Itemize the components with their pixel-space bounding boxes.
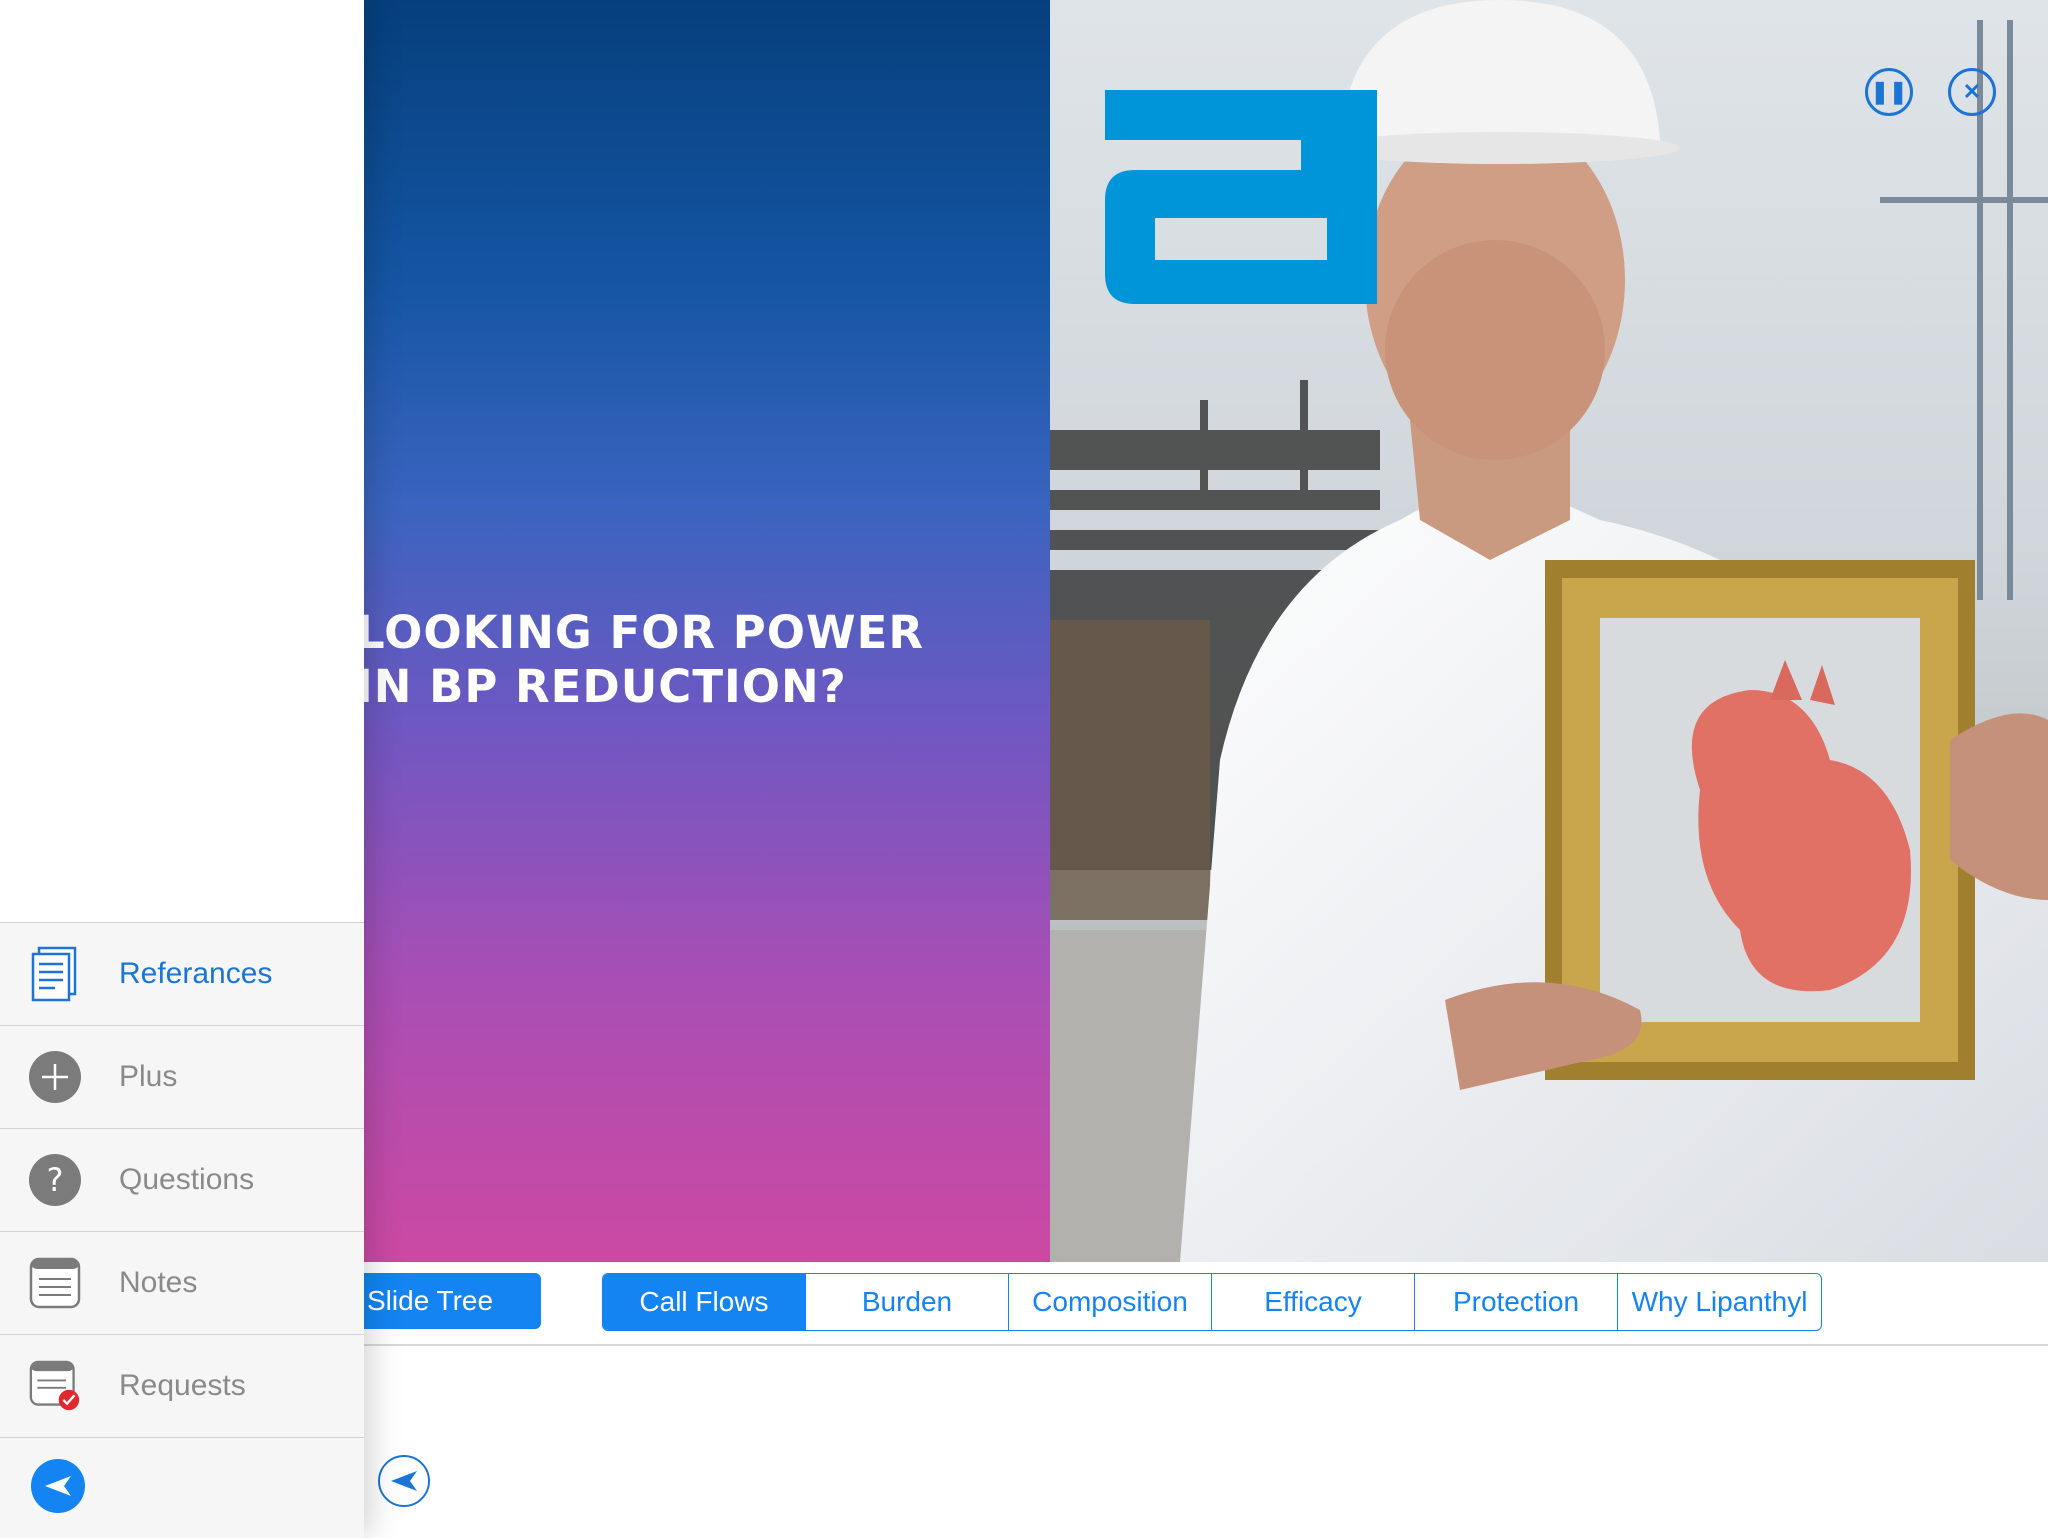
tab-efficacy[interactable]: Efficacy xyxy=(1212,1274,1415,1330)
tab-composition[interactable]: Composition xyxy=(1009,1274,1212,1330)
notes-icon xyxy=(29,1257,81,1309)
menu-list: Referances Plus ? Questions Notes Reques… xyxy=(0,922,364,1538)
menu-item-label: Questions xyxy=(119,1163,255,1196)
side-menu: Referances Plus ? Questions Notes Reques… xyxy=(0,0,364,1538)
menu-item-label: Notes xyxy=(119,1266,198,1299)
headline-line-1: LOOKING FOR POWER xyxy=(356,606,925,659)
back-arrow-icon xyxy=(31,1458,85,1513)
close-button[interactable]: ✕ xyxy=(1948,68,1996,116)
svg-text:?: ? xyxy=(47,1161,64,1199)
menu-collapse-area xyxy=(0,1438,364,1538)
pause-button[interactable]: ❚❚ xyxy=(1865,68,1913,116)
slide-photo xyxy=(1050,0,2048,1262)
pause-icon: ❚❚ xyxy=(1870,79,1908,104)
plus-icon xyxy=(29,1051,81,1103)
menu-item-label: Plus xyxy=(119,1060,178,1093)
menu-collapse-button[interactable] xyxy=(31,1458,85,1518)
slide-headline: LOOKING FOR POWER IN BP REDUCTION? xyxy=(356,606,923,714)
tab-burden[interactable]: Burden xyxy=(806,1274,1009,1330)
menu-item-label: Referances xyxy=(119,957,273,990)
menu-item-questions[interactable]: ? Questions xyxy=(0,1129,364,1232)
headline-line-2: IN BP REDUCTION? xyxy=(356,660,847,713)
toolbar-divider xyxy=(364,1344,2048,1346)
menu-item-label: Requests xyxy=(119,1369,246,1402)
tab-protection[interactable]: Protection xyxy=(1415,1274,1618,1330)
slide-tree-label: Slide Tree xyxy=(367,1285,494,1316)
menu-item-requests[interactable]: Requests xyxy=(0,1335,364,1438)
question-icon: ? xyxy=(29,1154,81,1206)
document-icon xyxy=(29,946,81,1002)
brand-logo xyxy=(1105,90,1377,304)
previous-button[interactable] xyxy=(378,1455,430,1507)
requests-icon xyxy=(29,1360,81,1412)
close-icon: ✕ xyxy=(1962,79,1982,104)
menu-item-referances[interactable]: Referances xyxy=(0,923,364,1026)
section-tabs: Call Flows Burden Composition Efficacy P… xyxy=(602,1273,1822,1331)
menu-item-notes[interactable]: Notes xyxy=(0,1232,364,1335)
back-arrow-icon xyxy=(391,1471,417,1491)
tab-call-flows[interactable]: Call Flows xyxy=(603,1274,806,1330)
slide-tree-button[interactable]: Slide Tree xyxy=(364,1273,541,1329)
menu-item-plus[interactable]: Plus xyxy=(0,1026,364,1129)
tab-why-lipanthyl[interactable]: Why Lipanthyl xyxy=(1618,1274,1821,1330)
